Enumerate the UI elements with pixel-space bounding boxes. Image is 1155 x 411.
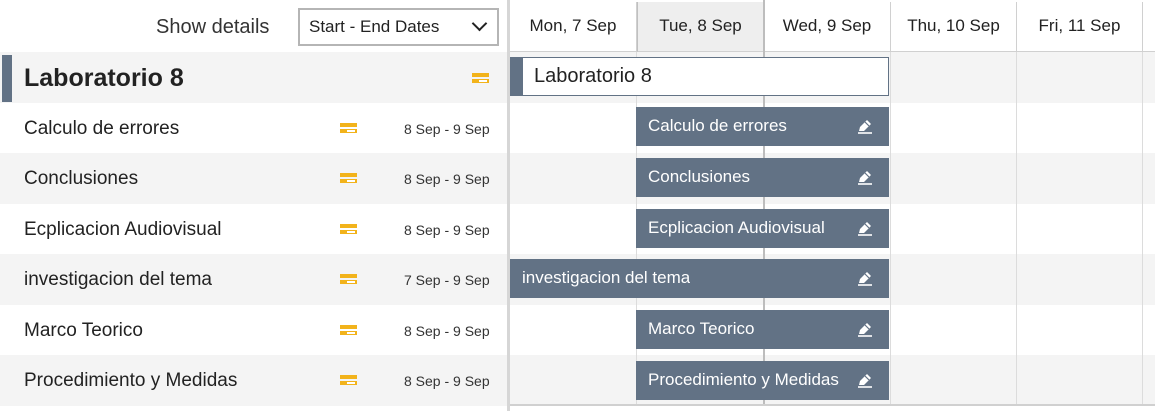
task-dates: 8 Sep - 9 Sep [404, 120, 490, 137]
timeline: Mon, 7 Sep Tue, 8 Sep Wed, 9 Sep Thu, 10… [510, 0, 1155, 411]
pencil-icon[interactable] [855, 370, 875, 390]
pencil-icon[interactable] [855, 167, 875, 187]
timeline-bottom-border [510, 404, 1155, 406]
task-row[interactable]: Procedimiento y Medidas 8 Sep - 9 Sep [0, 355, 507, 406]
task-name: investigacion del tema [24, 269, 212, 290]
summary-bar-marker [511, 58, 523, 95]
task-list-panel: Show details Start - End Dates Laborator… [0, 0, 507, 411]
group-title: Laboratorio 8 [24, 64, 184, 92]
grid-line [1142, 52, 1143, 404]
task-list: Laboratorio 8 Calculo de errores 8 Sep -… [0, 52, 507, 406]
task-bar-label: Procedimiento y Medidas [648, 370, 839, 389]
task-row[interactable]: Marco Teorico 8 Sep - 9 Sep [0, 305, 507, 356]
task-dates: 8 Sep - 9 Sep [404, 221, 490, 238]
task-bar-label: Calculo de errores [648, 116, 787, 135]
task-row[interactable]: Conclusiones 8 Sep - 9 Sep [0, 153, 507, 204]
task-name: Conclusiones [24, 168, 139, 189]
task-bar-label: investigacion del tema [522, 268, 691, 287]
task-bar[interactable]: Calculo de errores [636, 107, 889, 146]
task-details-icon[interactable] [340, 324, 357, 337]
pencil-icon[interactable] [855, 218, 875, 238]
task-dates: 8 Sep - 9 Sep [404, 373, 490, 389]
task-bar[interactable]: Procedimiento y Medidas [636, 361, 889, 400]
pencil-icon[interactable] [855, 268, 875, 288]
day-header: Wed, 9 Sep [764, 2, 891, 52]
task-details-icon[interactable] [472, 73, 489, 85]
summary-bar-label: Laboratorio 8 [534, 65, 652, 87]
task-details-icon[interactable] [340, 173, 357, 185]
task-bar-label: Conclusiones [648, 167, 751, 186]
task-name: Marco Teorico [24, 319, 143, 341]
group-row[interactable]: Laboratorio 8 [0, 52, 507, 103]
task-bar-label: Ecplicacion Audiovisual [648, 218, 825, 237]
day-header: Fri, 11 Sep [1017, 2, 1143, 52]
task-bar[interactable]: Ecplicacion Audiovisual [636, 209, 889, 248]
task-name: Ecplicacion Audiovisual [24, 218, 222, 240]
task-bar[interactable]: investigacion del tema [510, 259, 889, 298]
pencil-icon[interactable] [855, 319, 875, 339]
task-name: Procedimiento y Medidas [24, 370, 238, 391]
task-dates: 8 Sep - 9 Sep [404, 322, 490, 339]
task-bar[interactable]: Conclusiones [636, 158, 889, 197]
toolbar: Show details Start - End Dates [0, 0, 507, 52]
task-row[interactable]: Ecplicacion Audiovisual 8 Sep - 9 Sep [0, 204, 507, 255]
grid-line [1016, 52, 1017, 404]
task-row[interactable]: Calculo de errores 8 Sep - 9 Sep [0, 103, 507, 154]
task-details-icon[interactable] [340, 223, 357, 236]
pencil-icon[interactable] [855, 116, 875, 136]
view-mode-select[interactable]: Start - End Dates [298, 8, 499, 46]
task-row[interactable]: investigacion del tema 7 Sep - 9 Sep [0, 254, 507, 305]
day-header: Thu, 10 Sep [891, 2, 1017, 52]
task-dates: 7 Sep - 9 Sep [404, 272, 490, 288]
day-header-partial [1143, 2, 1155, 52]
task-name: Calculo de errores [24, 117, 180, 139]
day-header-today: Tue, 8 Sep [637, 2, 764, 52]
task-bar-label: Marco Teorico [648, 319, 755, 338]
group-marker [2, 55, 12, 102]
group-summary-bar[interactable]: Laboratorio 8 [510, 57, 889, 96]
task-details-icon[interactable] [340, 122, 357, 135]
view-mode-select-value: Start - End Dates [309, 17, 440, 36]
task-details-icon[interactable] [340, 274, 357, 286]
task-bar[interactable]: Marco Teorico [636, 310, 889, 349]
task-details-icon[interactable] [340, 375, 357, 387]
grid-line [890, 52, 891, 404]
day-header: Mon, 7 Sep [510, 2, 637, 52]
show-details-label: Show details [156, 16, 270, 38]
chevron-down-icon [471, 15, 488, 32]
task-dates: 8 Sep - 9 Sep [404, 171, 490, 187]
